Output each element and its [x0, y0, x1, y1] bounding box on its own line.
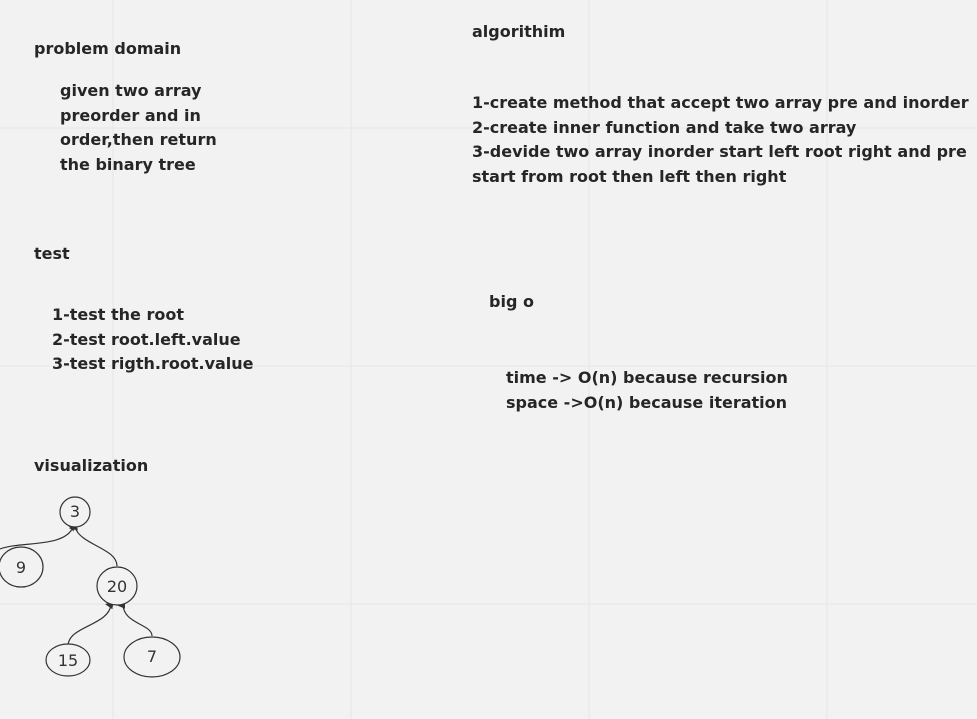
algorithm-text: 1-create method that accept two array pr…: [472, 91, 969, 189]
edge-left-to-root: [0, 523, 77, 550]
big-o-heading: big o: [489, 292, 534, 311]
tree-node-right-label: 20: [107, 577, 127, 596]
tree-node-right-right-label: 7: [147, 647, 157, 666]
big-o-line: time -> O(n) because recursion: [506, 368, 788, 387]
algorithm-line: 2-create inner function and take two arr…: [472, 117, 857, 137]
algorithm-line: start from root then left then right: [472, 166, 787, 186]
edge-right-to-root: [69, 522, 118, 567]
binary-tree-diagram: 3 9 20 15 7: [0, 496, 181, 678]
tree-node-right-left-label: 15: [58, 651, 78, 670]
algorithm-line: 1-create method that accept two array pr…: [472, 93, 969, 112]
big-o-line: space ->O(n) because iteration: [506, 392, 788, 412]
edge-15-to-20: [67, 601, 114, 647]
algorithm-line: 3-devide two array inorder start left ro…: [472, 142, 967, 161]
big-o-text: time -> O(n) because recursion space ->O…: [506, 366, 788, 415]
tree-node-left-label: 9: [16, 558, 26, 577]
tree-node-root-label: 3: [70, 502, 80, 521]
algorithm-heading: algorithim: [472, 22, 566, 41]
edge-7-to-20: [117, 600, 153, 637]
